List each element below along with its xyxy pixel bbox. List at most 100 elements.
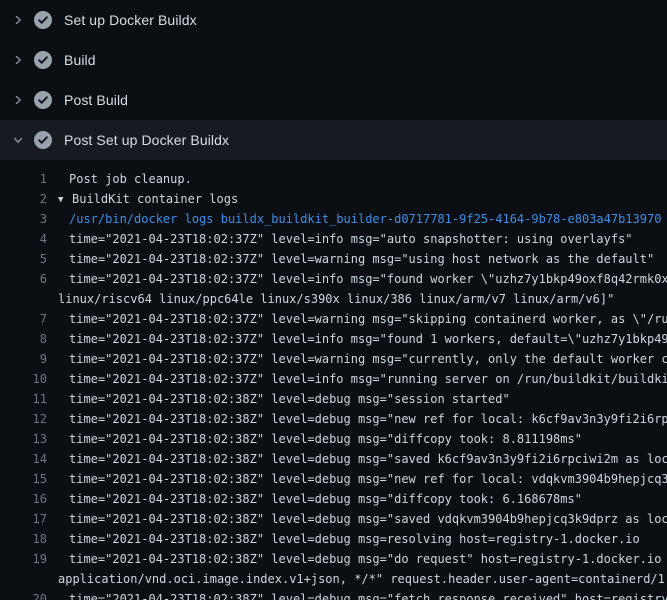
- log-text: time="2021-04-23T18:02:38Z" level=debug …: [69, 489, 667, 509]
- line-number[interactable]: 13: [0, 429, 47, 449]
- line-number[interactable]: [0, 289, 47, 309]
- log-line: 15 time="2021-04-23T18:02:38Z" level=deb…: [0, 469, 667, 489]
- log-text-content: Post job cleanup.: [69, 172, 192, 186]
- log-line: 3 /usr/bin/docker logs buildx_buildkit_b…: [0, 209, 667, 229]
- log-text: time="2021-04-23T18:02:38Z" level=debug …: [69, 449, 667, 469]
- line-number[interactable]: 1: [0, 169, 47, 189]
- log-text-content: time="2021-04-23T18:02:37Z" level=warnin…: [69, 352, 667, 366]
- log-area: 1 Post job cleanup. 2 ▼BuildKit containe…: [0, 160, 667, 600]
- chevron-right-icon[interactable]: [10, 12, 26, 28]
- log-text: time="2021-04-23T18:02:37Z" level=warnin…: [69, 349, 667, 369]
- check-circle-icon: [34, 11, 52, 29]
- log-text: time="2021-04-23T18:02:38Z" level=debug …: [69, 389, 667, 409]
- log-text: time="2021-04-23T18:02:38Z" level=debug …: [69, 469, 667, 489]
- log-text: time="2021-04-23T18:02:37Z" level=info m…: [69, 329, 667, 349]
- line-number[interactable]: 7: [0, 309, 47, 329]
- step-header-post-build[interactable]: Post Build: [0, 80, 667, 120]
- log-text-content: time="2021-04-23T18:02:37Z" level=info m…: [69, 232, 633, 246]
- log-text-content: time="2021-04-23T18:02:37Z" level=info m…: [69, 372, 667, 386]
- step-label: Build: [64, 52, 96, 68]
- log-line: 11 time="2021-04-23T18:02:38Z" level=deb…: [0, 389, 667, 409]
- chevron-right-icon[interactable]: [10, 92, 26, 108]
- log-text: time="2021-04-23T18:02:37Z" level=info m…: [69, 269, 667, 289]
- line-number[interactable]: 8: [0, 329, 47, 349]
- log-text: /usr/bin/docker logs buildx_buildkit_bui…: [69, 209, 667, 229]
- log-text-content: time="2021-04-23T18:02:37Z" level=warnin…: [69, 252, 654, 266]
- log-text-content: time="2021-04-23T18:02:38Z" level=debug …: [69, 492, 582, 506]
- log-text: time="2021-04-23T18:02:37Z" level=info m…: [69, 369, 667, 389]
- line-number[interactable]: 9: [0, 349, 47, 369]
- log-text-content: time="2021-04-23T18:02:38Z" level=debug …: [69, 412, 667, 426]
- line-number[interactable]: 19: [0, 549, 47, 569]
- line-number[interactable]: 17: [0, 509, 47, 529]
- log-line: linux/riscv64 linux/ppc64le linux/s390x …: [0, 289, 667, 309]
- log-group-toggle-icon[interactable]: ▼: [58, 190, 72, 209]
- log-text: time="2021-04-23T18:02:38Z" level=debug …: [69, 529, 667, 549]
- log-line: 19 time="2021-04-23T18:02:38Z" level=deb…: [0, 549, 667, 569]
- log-text-content: time="2021-04-23T18:02:38Z" level=debug …: [69, 592, 667, 600]
- log-text-content: time="2021-04-23T18:02:37Z" level=info m…: [69, 332, 667, 346]
- log-line: 20 time="2021-04-23T18:02:38Z" level=deb…: [0, 589, 667, 600]
- log-text: time="2021-04-23T18:02:38Z" level=debug …: [69, 429, 667, 449]
- log-text-content: time="2021-04-23T18:02:37Z" level=warnin…: [69, 312, 667, 326]
- line-number[interactable]: 2: [0, 189, 47, 209]
- line-number[interactable]: 12: [0, 409, 47, 429]
- log-line: 18 time="2021-04-23T18:02:38Z" level=deb…: [0, 529, 667, 549]
- log-text: time="2021-04-23T18:02:38Z" level=debug …: [69, 589, 667, 600]
- log-line: 10 time="2021-04-23T18:02:37Z" level=inf…: [0, 369, 667, 389]
- log-text: time="2021-04-23T18:02:37Z" level=warnin…: [69, 249, 667, 269]
- line-number[interactable]: 16: [0, 489, 47, 509]
- log-text: linux/riscv64 linux/ppc64le linux/s390x …: [58, 289, 667, 309]
- log-text-content: time="2021-04-23T18:02:37Z" level=info m…: [69, 272, 667, 286]
- log-line: 9 time="2021-04-23T18:02:37Z" level=warn…: [0, 349, 667, 369]
- step-label: Post Set up Docker Buildx: [64, 132, 229, 148]
- log-text-content: time="2021-04-23T18:02:38Z" level=debug …: [69, 392, 510, 406]
- line-number[interactable]: 4: [0, 229, 47, 249]
- log-text: ▼BuildKit container logs: [58, 189, 667, 209]
- line-number[interactable]: 18: [0, 529, 47, 549]
- line-number[interactable]: 3: [0, 209, 47, 229]
- line-number[interactable]: 14: [0, 449, 47, 469]
- log-line: 7 time="2021-04-23T18:02:37Z" level=warn…: [0, 309, 667, 329]
- workflow-log-viewer: Set up Docker Buildx Build Post Buil: [0, 0, 667, 600]
- line-number[interactable]: 11: [0, 389, 47, 409]
- log-text: time="2021-04-23T18:02:37Z" level=info m…: [69, 229, 667, 249]
- log-text: time="2021-04-23T18:02:37Z" level=warnin…: [69, 309, 667, 329]
- step-header-build[interactable]: Build: [0, 40, 667, 80]
- log-line: 14 time="2021-04-23T18:02:38Z" level=deb…: [0, 449, 667, 469]
- chevron-down-icon[interactable]: [10, 132, 26, 148]
- step-header-set-up-docker-buildx[interactable]: Set up Docker Buildx: [0, 0, 667, 40]
- log-text: Post job cleanup.: [69, 169, 667, 189]
- log-line: 8 time="2021-04-23T18:02:37Z" level=info…: [0, 329, 667, 349]
- log-line: 6 time="2021-04-23T18:02:37Z" level=info…: [0, 269, 667, 289]
- log-text-content: time="2021-04-23T18:02:38Z" level=debug …: [69, 532, 640, 546]
- line-number[interactable]: 20: [0, 589, 47, 600]
- log-text: time="2021-04-23T18:02:38Z" level=debug …: [69, 509, 667, 529]
- line-number[interactable]: [0, 569, 47, 589]
- log-text-content: time="2021-04-23T18:02:38Z" level=debug …: [69, 552, 667, 566]
- line-number[interactable]: 6: [0, 269, 47, 289]
- log-line: 17 time="2021-04-23T18:02:38Z" level=deb…: [0, 509, 667, 529]
- check-circle-icon: [34, 131, 52, 149]
- log-text-content: time="2021-04-23T18:02:38Z" level=debug …: [69, 432, 582, 446]
- line-number[interactable]: 10: [0, 369, 47, 389]
- log-line: 4 time="2021-04-23T18:02:37Z" level=info…: [0, 229, 667, 249]
- log-line: 12 time="2021-04-23T18:02:38Z" level=deb…: [0, 409, 667, 429]
- line-number[interactable]: 15: [0, 469, 47, 489]
- chevron-right-icon[interactable]: [10, 52, 26, 68]
- log-text-content: /usr/bin/docker logs buildx_buildkit_bui…: [69, 212, 661, 226]
- log-text-content: BuildKit container logs: [72, 192, 238, 206]
- log-text-content: time="2021-04-23T18:02:38Z" level=debug …: [69, 452, 667, 466]
- log-text-content: time="2021-04-23T18:02:38Z" level=debug …: [69, 472, 667, 486]
- step-label: Post Build: [64, 92, 128, 108]
- log-text-content: time="2021-04-23T18:02:38Z" level=debug …: [69, 512, 667, 526]
- line-number[interactable]: 5: [0, 249, 47, 269]
- step-header-post-set-up-docker-buildx[interactable]: Post Set up Docker Buildx: [0, 120, 667, 160]
- step-label: Set up Docker Buildx: [64, 12, 197, 28]
- check-circle-icon: [34, 91, 52, 109]
- log-text: time="2021-04-23T18:02:38Z" level=debug …: [69, 549, 667, 569]
- check-circle-icon: [34, 51, 52, 69]
- log-line: application/vnd.oci.image.index.v1+json,…: [0, 569, 667, 589]
- log-text-content: application/vnd.oci.image.index.v1+json,…: [58, 572, 667, 586]
- steps-list: Set up Docker Buildx Build Post Buil: [0, 0, 667, 160]
